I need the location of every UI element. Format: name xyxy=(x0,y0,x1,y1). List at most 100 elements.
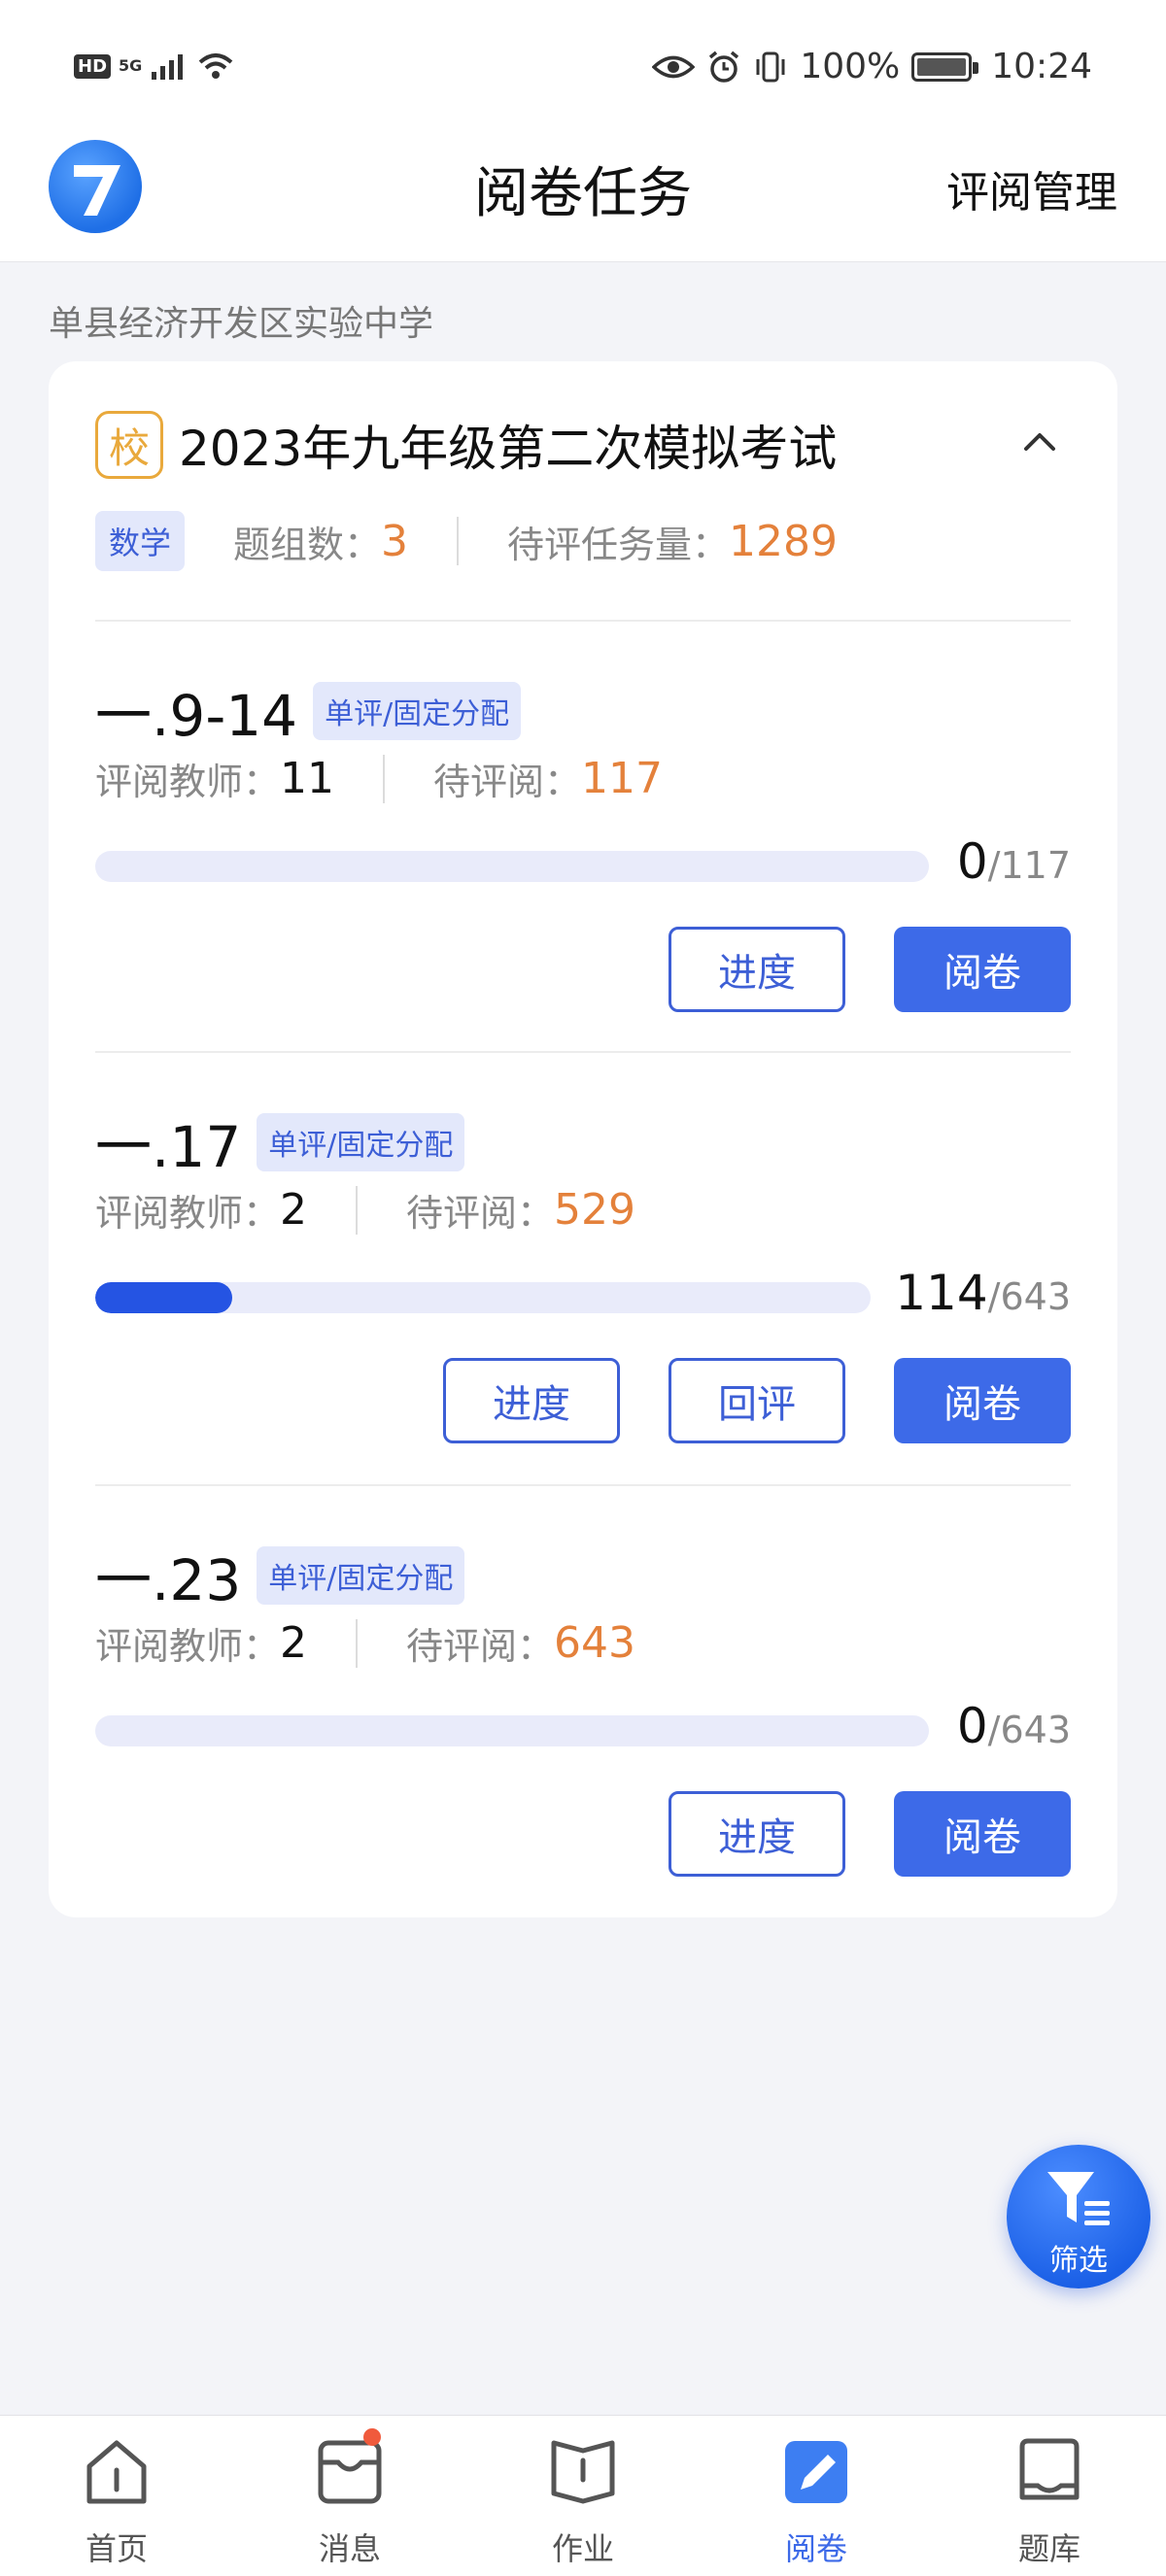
done-count: 0 xyxy=(956,1698,988,1754)
signal-icon xyxy=(152,54,184,80)
vibrate-icon xyxy=(756,51,785,82)
nav-grading[interactable]: 阅卷 xyxy=(700,2416,933,2576)
progress-count: 114/643 xyxy=(895,1265,1071,1321)
teachers-count: 2 xyxy=(280,1185,308,1235)
done-count: 114 xyxy=(895,1265,988,1321)
nav-label: 消息 xyxy=(318,2530,381,2567)
nav-homework[interactable]: 作业 xyxy=(466,2416,700,2576)
status-right: 100% 10:24 xyxy=(652,47,1092,86)
task-actions: 进度 阅卷 xyxy=(669,1791,1071,1877)
task-mode-tag: 单评/固定分配 xyxy=(313,682,522,740)
clock: 10:24 xyxy=(991,47,1092,86)
status-left: HD 5G xyxy=(74,51,235,82)
progress-button[interactable]: 进度 xyxy=(669,927,845,1012)
total-count: /117 xyxy=(987,844,1071,887)
group-count: 3 xyxy=(381,516,409,566)
task-title: 一.17 单评/固定分配 xyxy=(95,1102,465,1183)
battery-percent: 100% xyxy=(800,47,901,86)
meta-divider xyxy=(356,1618,359,1668)
task-name: 一.9-14 xyxy=(95,683,298,749)
progress-fill xyxy=(95,1282,233,1313)
hd-badge: HD xyxy=(74,53,112,79)
nav-label: 题库 xyxy=(1017,2530,1080,2567)
task-mode-tag: 单评/固定分配 xyxy=(257,1113,465,1171)
re-review-button[interactable]: 回评 xyxy=(669,1358,845,1443)
divider xyxy=(95,620,1071,622)
progress-count: 0/117 xyxy=(957,833,1071,890)
nav-label: 首页 xyxy=(85,2530,148,2567)
task-name: 一.23 xyxy=(95,1547,242,1613)
exam-header: 校 2023年九年级第二次模拟考试 xyxy=(95,410,837,480)
nav-question-bank[interactable]: 题库 xyxy=(933,2416,1166,2576)
grading-icon xyxy=(785,2441,847,2503)
progress-bar xyxy=(95,1715,929,1746)
exam-meta: 数学 题组数： 3 待评任务量： 1289 xyxy=(95,511,838,571)
meta-divider xyxy=(457,517,460,565)
task-name: 一.17 xyxy=(95,1114,242,1180)
task-item: 一.9-14 单评/固定分配 评阅教师： 11 待评阅： 117 0/117 进… xyxy=(95,670,1071,1102)
bottom-nav: 首页 消息 作业 阅卷 题库 xyxy=(0,2415,1166,2576)
eye-icon xyxy=(652,55,696,78)
pending-total-label: 待评任务量： xyxy=(507,523,730,566)
chevron-up-icon[interactable] xyxy=(1020,422,1059,460)
nav-home[interactable]: 首页 xyxy=(0,2416,233,2576)
network-label: 5G xyxy=(119,56,143,75)
message-icon xyxy=(318,2440,382,2504)
pending-count: 643 xyxy=(554,1618,636,1668)
task-meta: 评阅教师： 2 待评阅： 643 xyxy=(95,1616,635,1670)
grade-button[interactable]: 阅卷 xyxy=(894,1791,1071,1877)
exam-card: 校 2023年九年级第二次模拟考试 数学 题组数： 3 待评任务量： 1289 … xyxy=(49,361,1117,1917)
task-actions: 进度 回评 阅卷 xyxy=(443,1358,1071,1443)
grade-button[interactable]: 阅卷 xyxy=(894,927,1071,1012)
filter-icon xyxy=(1047,2172,1110,2225)
progress-count: 0/643 xyxy=(957,1698,1071,1754)
total-count: /643 xyxy=(987,1709,1071,1751)
task-item: 一.17 单评/固定分配 评阅教师： 2 待评阅： 529 114/643 进度… xyxy=(95,1102,1071,1533)
group-count-label: 题组数： xyxy=(233,523,382,566)
filter-label: 筛选 xyxy=(1049,2244,1108,2278)
progress-button[interactable]: 进度 xyxy=(669,1791,845,1877)
task-mode-tag: 单评/固定分配 xyxy=(257,1546,465,1605)
total-count: /643 xyxy=(987,1275,1071,1318)
pending-count: 529 xyxy=(554,1185,636,1235)
pending-count: 117 xyxy=(581,754,664,803)
subject-tag: 数学 xyxy=(95,511,186,571)
battery-icon xyxy=(911,51,979,82)
progress-bar xyxy=(95,1282,871,1313)
school-name: 单县经济开发区实验中学 xyxy=(49,304,434,344)
task-title: 一.23 单评/固定分配 xyxy=(95,1535,465,1616)
nav-label: 作业 xyxy=(551,2530,614,2567)
status-bar: HD 5G 100% 10:24 xyxy=(0,0,1166,128)
progress-bar xyxy=(95,851,929,882)
filter-button[interactable]: 筛选 xyxy=(1007,2145,1150,2288)
nav-label: 阅卷 xyxy=(784,2530,847,2567)
task-item: 一.23 单评/固定分配 评阅教师： 2 待评阅： 643 0/643 进度 阅… xyxy=(95,1535,1071,1966)
teachers-count: 11 xyxy=(280,754,335,803)
school-level-badge: 校 xyxy=(95,411,163,479)
nav-messages[interactable]: 消息 xyxy=(233,2416,466,2576)
teachers-label: 评阅教师： xyxy=(95,1625,281,1668)
teachers-label: 评阅教师： xyxy=(95,761,281,803)
grade-button[interactable]: 阅卷 xyxy=(894,1358,1071,1443)
done-count: 0 xyxy=(956,833,988,890)
pending-label: 待评阅： xyxy=(406,1192,555,1235)
task-actions: 进度 阅卷 xyxy=(669,927,1071,1012)
wifi-icon xyxy=(198,53,233,79)
teachers-label: 评阅教师： xyxy=(95,1192,281,1235)
review-management-link[interactable]: 评阅管理 xyxy=(946,157,1117,220)
home-icon xyxy=(86,2440,147,2504)
alarm-icon xyxy=(709,51,739,83)
teachers-count: 2 xyxy=(280,1618,308,1668)
task-meta: 评阅教师： 2 待评阅： 529 xyxy=(95,1183,635,1237)
task-meta: 评阅教师： 11 待评阅： 117 xyxy=(95,752,663,805)
pending-label: 待评阅： xyxy=(406,1625,555,1668)
divider xyxy=(95,1484,1071,1486)
question-bank-icon xyxy=(1019,2438,1080,2500)
exam-title: 2023年九年级第二次模拟考试 xyxy=(179,421,838,477)
pending-label: 待评阅： xyxy=(433,761,582,803)
meta-divider xyxy=(383,754,386,803)
progress-button[interactable]: 进度 xyxy=(443,1358,620,1443)
app-header: 阅卷任务 评阅管理 xyxy=(0,128,1166,262)
pending-total: 1289 xyxy=(729,516,839,566)
task-title: 一.9-14 单评/固定分配 xyxy=(95,670,522,752)
